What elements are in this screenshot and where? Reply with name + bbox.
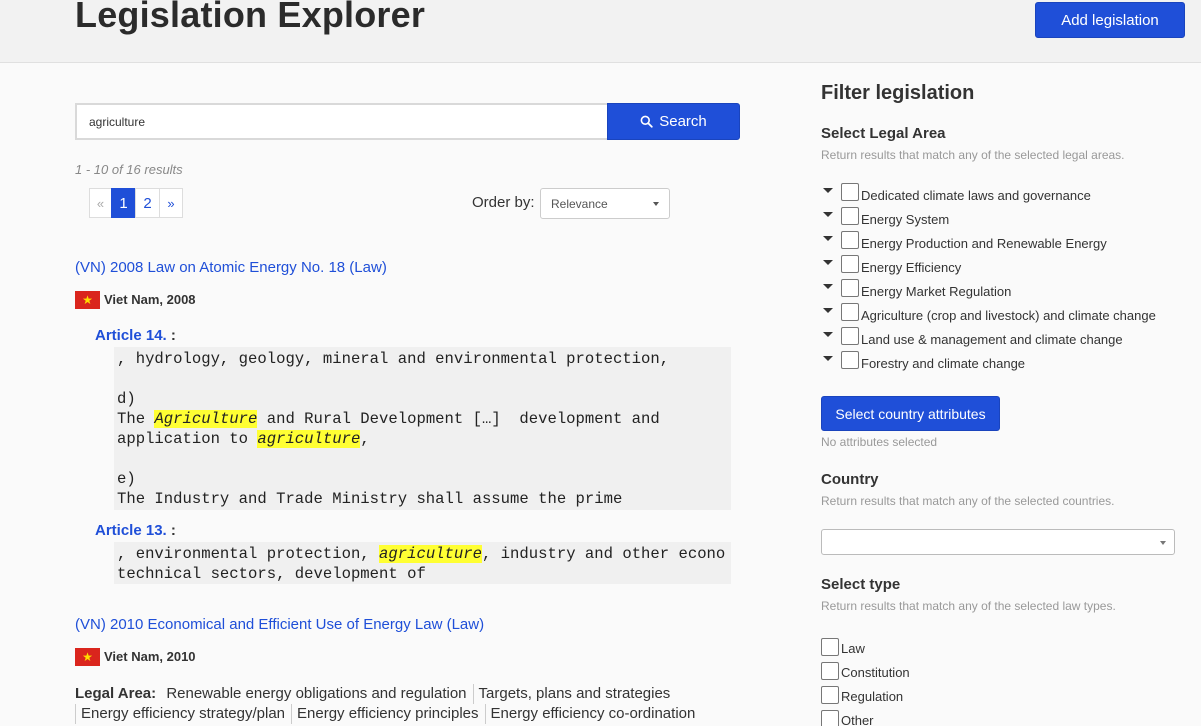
search-button-label: Search <box>659 113 707 130</box>
legal-area-option[interactable]: Land use & management and climate change <box>821 325 1123 347</box>
legal-area-tag[interactable]: Energy efficiency co-ordination <box>484 704 702 724</box>
legal-area-option[interactable]: Energy System <box>821 205 949 227</box>
country-select[interactable] <box>821 529 1175 555</box>
pagination: « 1 2 » <box>89 188 183 218</box>
result-title-link[interactable]: (VN) 2008 Law on Atomic Energy No. 18 (L… <box>75 259 387 276</box>
page-title: Legislation Explorer <box>75 0 426 35</box>
article-link[interactable]: Article 14. : <box>95 327 176 344</box>
search-highlight: agriculture <box>257 430 361 448</box>
vietnam-flag-icon: ★ <box>75 648 100 666</box>
legal-area-section-title: Select Legal Area <box>821 125 946 142</box>
caret-down-icon[interactable] <box>823 260 833 265</box>
legal-area-option[interactable]: Agriculture (crop and livestock) and cli… <box>821 301 1156 323</box>
caret-down-icon[interactable] <box>823 212 833 217</box>
checkbox[interactable] <box>841 255 859 273</box>
attributes-status: No attributes selected <box>821 435 938 449</box>
checkbox[interactable] <box>821 638 839 656</box>
top-bar: Legislation Explorer Add legislation <box>0 0 1201 63</box>
checkbox[interactable] <box>821 686 839 704</box>
result-title-link[interactable]: (VN) 2010 Economical and Efficient Use o… <box>75 616 484 633</box>
result-country-year: Viet Nam, 2008 <box>104 292 196 307</box>
checkbox[interactable] <box>841 303 859 321</box>
legal-area-help: Return results that match any of the sel… <box>821 148 1125 162</box>
article-link[interactable]: Article 13. : <box>95 522 176 539</box>
type-option[interactable]: Law <box>821 636 865 656</box>
checkbox[interactable] <box>841 327 859 345</box>
caret-down-icon[interactable] <box>823 284 833 289</box>
caret-down-icon[interactable] <box>823 308 833 313</box>
legal-area-option[interactable]: Dedicated climate laws and governance <box>821 181 1091 203</box>
vietnam-flag-icon: ★ <box>75 291 100 309</box>
search-highlight: Agriculture <box>154 410 258 428</box>
caret-down-icon <box>1160 541 1166 545</box>
checkbox[interactable] <box>821 710 839 726</box>
country-section-title: Country <box>821 471 879 488</box>
add-legislation-button[interactable]: Add legislation <box>1035 2 1185 38</box>
type-option[interactable]: Other <box>821 708 874 726</box>
checkbox[interactable] <box>841 279 859 297</box>
legal-area-option[interactable]: Energy Efficiency <box>821 253 961 275</box>
pagination-page-2[interactable]: 2 <box>135 188 160 218</box>
legal-area-tag[interactable]: Energy efficiency strategy/plan <box>75 704 291 724</box>
country-help: Return results that match any of the sel… <box>821 494 1115 508</box>
checkbox[interactable] <box>841 351 859 369</box>
search-input[interactable] <box>75 103 608 140</box>
search-button[interactable]: Search <box>607 103 740 140</box>
result-country-year: Viet Nam, 2010 <box>104 649 196 664</box>
search-highlight: agriculture <box>379 545 482 563</box>
type-option[interactable]: Constitution <box>821 660 910 680</box>
legal-area-option[interactable]: Energy Market Regulation <box>821 277 1011 299</box>
search-icon <box>640 115 653 128</box>
legal-area-tags: Legal Area: Renewable energy obligations… <box>75 684 735 724</box>
checkbox[interactable] <box>821 662 839 680</box>
caret-down-icon[interactable] <box>823 356 833 361</box>
order-by-select[interactable]: Relevance <box>540 188 670 219</box>
pagination-page-1[interactable]: 1 <box>111 188 136 218</box>
pagination-next[interactable]: » <box>159 188 183 218</box>
legal-area-tag[interactable]: Energy efficiency principles <box>291 704 484 724</box>
type-section-title: Select type <box>821 576 901 593</box>
caret-down-icon[interactable] <box>823 332 833 337</box>
filter-title: Filter legislation <box>821 82 975 104</box>
legal-area-label: Legal Area: <box>75 685 157 702</box>
order-by-label: Order by: <box>472 194 535 211</box>
order-by-value: Relevance <box>551 197 608 211</box>
caret-down-icon <box>653 202 659 206</box>
checkbox[interactable] <box>841 231 859 249</box>
caret-down-icon[interactable] <box>823 236 833 241</box>
checkbox[interactable] <box>841 207 859 225</box>
legal-area-option[interactable]: Forestry and climate change <box>821 349 1025 371</box>
caret-down-icon[interactable] <box>823 188 833 193</box>
legal-area-option[interactable]: Energy Production and Renewable Energy <box>821 229 1107 251</box>
legal-area-tag[interactable]: Renewable energy obligations and regulat… <box>160 684 472 704</box>
checkbox[interactable] <box>841 183 859 201</box>
article-snippet: , environmental protection, agriculture,… <box>114 542 731 584</box>
legal-area-tag[interactable]: Targets, plans and strategies <box>472 684 677 704</box>
pagination-prev[interactable]: « <box>89 188 112 218</box>
type-help: Return results that match any of the sel… <box>821 599 1116 613</box>
select-country-attributes-button[interactable]: Select country attributes <box>821 396 1000 431</box>
article-snippet: , hydrology, geology, mineral and enviro… <box>114 347 731 510</box>
type-option[interactable]: Regulation <box>821 684 903 704</box>
results-count: 1 - 10 of 16 results <box>75 162 183 177</box>
